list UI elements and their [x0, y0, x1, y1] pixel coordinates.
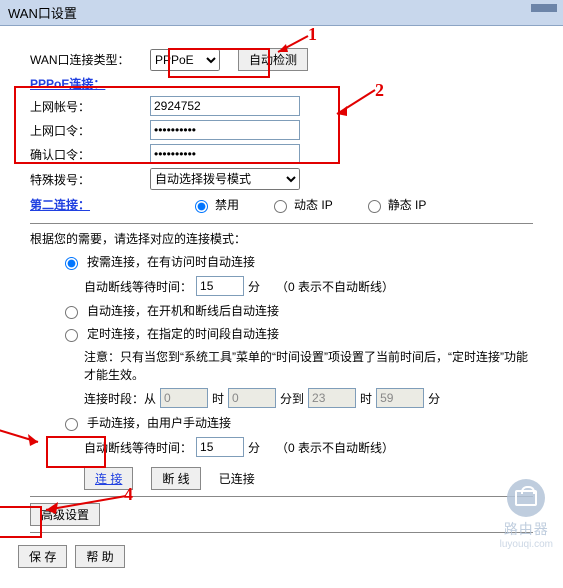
- label-conn-type: WAN口连接类型：: [30, 51, 150, 68]
- autodisc-time-input-2[interactable]: [196, 437, 244, 457]
- account-input[interactable]: [150, 96, 300, 116]
- label-autodisc-1: 自动断线等待时间：: [84, 278, 192, 295]
- autodisc-time-input-1[interactable]: [196, 276, 244, 296]
- radio-manual[interactable]: [65, 418, 78, 431]
- period-from-min: [228, 388, 276, 408]
- titlebar: WAN口设置: [0, 0, 563, 26]
- period-to-hour: [308, 388, 356, 408]
- radio-timed[interactable]: [65, 329, 78, 342]
- password-input[interactable]: [150, 120, 300, 140]
- section-pppoe-title: PPPoE连接：: [30, 75, 533, 92]
- label-confirm-password: 确认口令：: [30, 146, 150, 163]
- disconnect-button[interactable]: 断 线: [151, 467, 200, 490]
- label-password: 上网口令：: [30, 122, 150, 139]
- section-second-conn-title: 第二连接：: [30, 196, 90, 213]
- radio-static-ip[interactable]: 静态 IP: [363, 196, 427, 213]
- save-button[interactable]: 保 存: [18, 545, 67, 568]
- label-manual: 手动连接，由用户手动连接: [87, 414, 231, 431]
- label-account: 上网帐号：: [30, 98, 150, 115]
- special-dial-select[interactable]: 自动选择拨号模式: [150, 168, 300, 190]
- label-always: 自动连接，在开机和断线后自动连接: [87, 302, 279, 319]
- label-autodisc-2: 自动断线等待时间：: [84, 439, 192, 456]
- divider: [30, 223, 533, 224]
- radio-on-demand[interactable]: [65, 257, 78, 270]
- label-on-demand: 按需连接，在有访问时自动连接: [87, 253, 255, 270]
- help-button[interactable]: 帮 助: [75, 545, 124, 568]
- label-period-to: 分到: [280, 390, 304, 407]
- radio-always[interactable]: [65, 306, 78, 319]
- annotation-arrow-3: [0, 424, 44, 448]
- conn-type-select[interactable]: PPPoE: [150, 49, 220, 71]
- divider-3: [30, 532, 533, 533]
- label-special-dial: 特殊拨号：: [30, 171, 150, 188]
- divider-2: [30, 496, 533, 497]
- unit-min-1: 分: [248, 278, 260, 295]
- connection-status: 已连接: [219, 470, 255, 487]
- autodisc-note-1: （0 表示不自动断线）: [276, 278, 394, 295]
- radio-dynamic-ip[interactable]: 动态 IP: [269, 196, 333, 213]
- autodisc-note-2: （0 表示不自动断线）: [276, 439, 394, 456]
- mode-description: 根据您的需要，请选择对应的连接模式：: [30, 230, 533, 247]
- period-to-min: [376, 388, 424, 408]
- advanced-settings-button[interactable]: 高级设置: [30, 503, 100, 526]
- confirm-password-input[interactable]: [150, 144, 300, 164]
- unit-hour-1: 时: [212, 390, 224, 407]
- unit-hour-2: 时: [360, 390, 372, 407]
- annotation-mark-1: 1: [308, 24, 317, 45]
- radio-disable[interactable]: 禁用: [190, 196, 239, 213]
- label-period-from: 连接时段：从: [84, 390, 156, 407]
- period-from-hour: [160, 388, 208, 408]
- timed-note: 注意：只有当您到“系统工具”菜单的“时间设置”项设置了当前时间后，“定时连接”功…: [84, 348, 533, 384]
- unit-min-3: 分: [248, 439, 260, 456]
- connect-button[interactable]: 连 接: [84, 467, 133, 490]
- label-timed: 定时连接，在指定的时间段自动连接: [87, 325, 279, 342]
- auto-detect-button[interactable]: 自动检测: [238, 48, 308, 71]
- window-title: WAN口设置: [8, 6, 77, 21]
- minimize-icon[interactable]: [531, 4, 557, 12]
- unit-min-2: 分: [428, 390, 440, 407]
